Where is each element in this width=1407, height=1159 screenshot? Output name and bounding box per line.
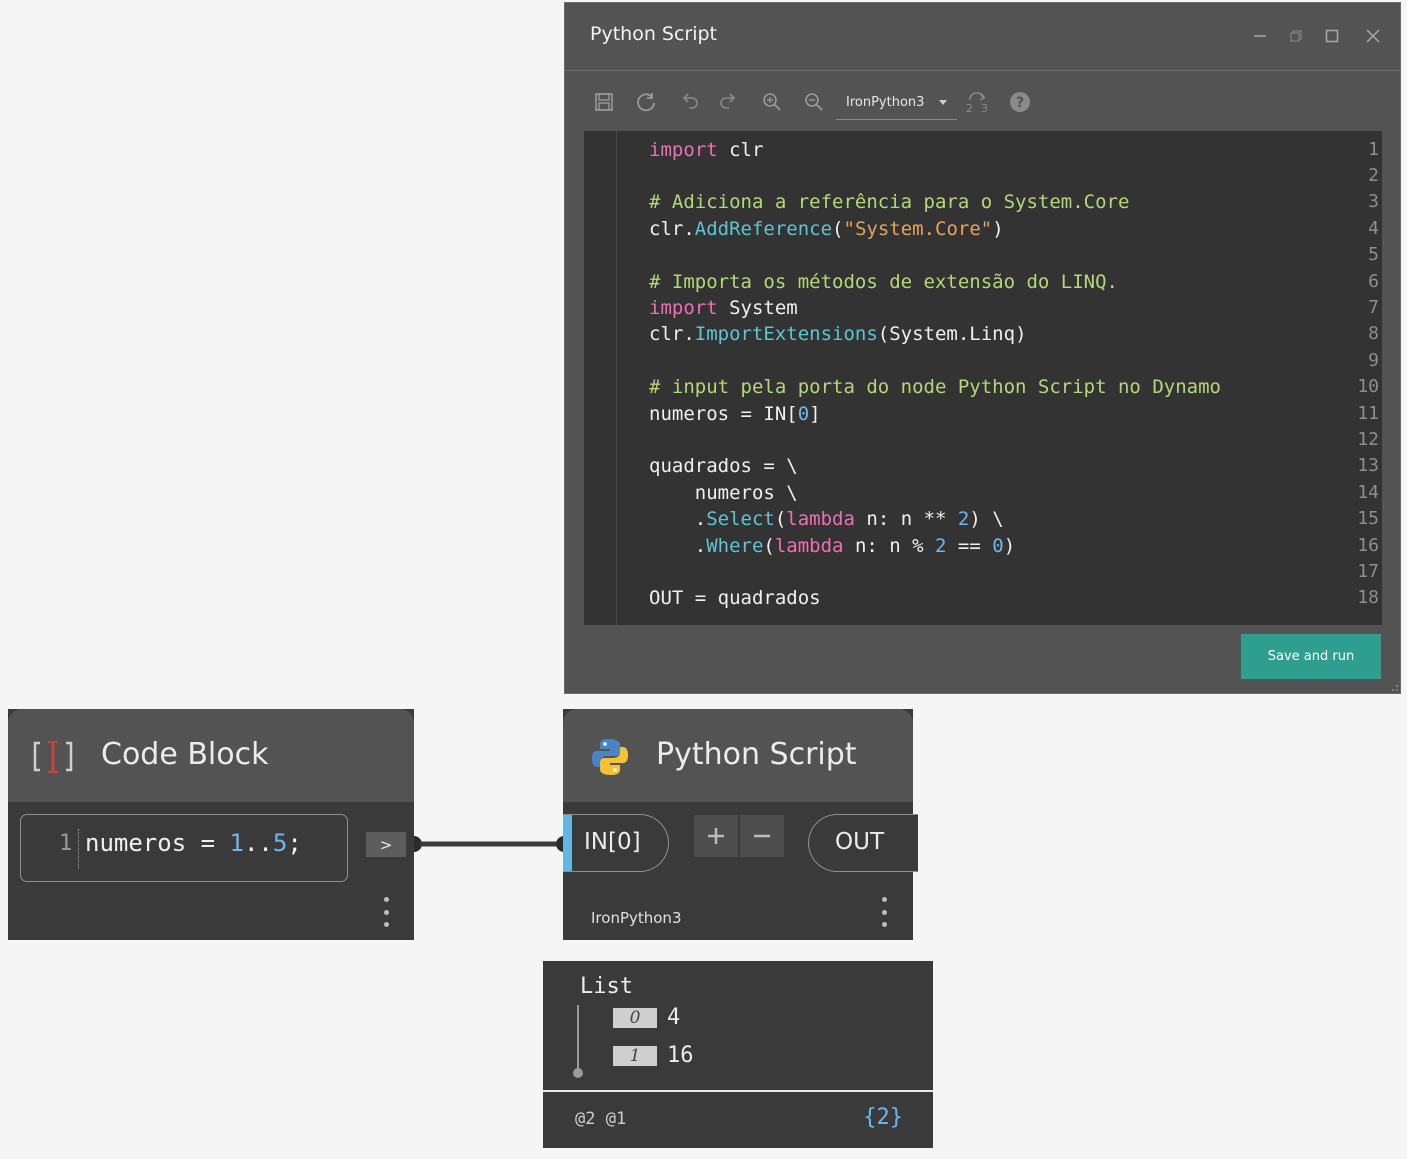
- code-line: import clr: [649, 139, 764, 161]
- line-number: 6: [1368, 271, 1379, 292]
- list-value: 16: [667, 1043, 694, 1068]
- line-number: 1: [1368, 139, 1379, 160]
- tree-line: [577, 1005, 579, 1075]
- migration-assistant-icon[interactable]: 23: [965, 89, 991, 115]
- input-port-label: IN[0]: [584, 829, 641, 855]
- save-icon[interactable]: [591, 89, 617, 115]
- code-editor[interactable]: 1 2 3 4 5 6 7 8 9 10 11 12 13 14 15 16 1…: [584, 131, 1382, 625]
- code-block-node[interactable]: Code Block 1 numeros = 1..5; >: [8, 709, 414, 940]
- zoom-out-icon[interactable]: [801, 89, 827, 115]
- line-number-gutter: [584, 131, 617, 625]
- list-index: 0: [613, 1008, 657, 1028]
- output-port[interactable]: >: [366, 832, 406, 857]
- node-title: Python Script: [656, 737, 857, 772]
- line-number: 9: [1368, 350, 1379, 371]
- list-count: {2}: [863, 1105, 903, 1130]
- preview-list-header: List: [580, 974, 633, 999]
- divider: [543, 1090, 933, 1092]
- code-block-code: numeros = 1..5;: [85, 829, 302, 857]
- code-block-icon: [33, 741, 73, 773]
- code-line: quadrados = \: [649, 455, 798, 477]
- code-line: # Adiciona a referência para o System.Co…: [649, 191, 1130, 213]
- svg-text:3: 3: [981, 102, 988, 113]
- node-header[interactable]: Python Script: [563, 709, 913, 802]
- code-line: .Select(lambda n: n ** 2) \: [649, 508, 1004, 530]
- help-icon[interactable]: ?: [1007, 89, 1033, 115]
- connector-wire[interactable]: [414, 830, 564, 860]
- editor-toolbar: IronPython3 23 ?: [565, 73, 1400, 131]
- line-number: 8: [1368, 323, 1379, 344]
- minus-icon: [754, 834, 770, 838]
- line-number: 10: [1357, 376, 1379, 397]
- engine-dropdown-value: IronPython3: [846, 95, 925, 110]
- redo-icon[interactable]: [717, 89, 743, 115]
- python-script-node[interactable]: Python Script IN[0] OUT IronPython3: [563, 709, 918, 940]
- tree-node-dot: [573, 1068, 583, 1078]
- line-number: 12: [1357, 429, 1379, 450]
- input-port-indicator: [563, 815, 572, 871]
- code-line: # Importa os métodos de extensão do LINQ…: [649, 271, 1118, 293]
- remove-input-button[interactable]: [740, 815, 784, 857]
- resize-grip-icon[interactable]: [1391, 684, 1399, 692]
- engine-label: IronPython3: [591, 909, 682, 927]
- line-number: 2: [1368, 165, 1379, 186]
- output-port-label: OUT: [835, 829, 884, 855]
- line-number: 13: [1357, 455, 1379, 476]
- save-and-run-button[interactable]: Save and run: [1241, 634, 1381, 679]
- line-number: 7: [1368, 297, 1379, 318]
- node-header[interactable]: Code Block: [8, 709, 414, 802]
- code-line: clr.ImportExtensions(System.Linq): [649, 323, 1027, 345]
- input-port[interactable]: IN[0]: [563, 814, 669, 872]
- chevron-down-icon: [939, 100, 947, 105]
- node-title: Code Block: [101, 737, 269, 772]
- line-number: 1: [59, 831, 73, 856]
- line-number: 5: [1368, 244, 1379, 265]
- maximize-icon[interactable]: [1321, 25, 1343, 47]
- list-levels: @2 @1: [575, 1109, 627, 1129]
- code-line: numeros = IN[0]: [649, 403, 821, 425]
- line-number: 3: [1368, 191, 1379, 212]
- zoom-in-icon[interactable]: [759, 89, 785, 115]
- code-line: numeros \: [649, 482, 798, 504]
- svg-text:2: 2: [966, 102, 973, 113]
- code-line: OUT = quadrados: [649, 587, 821, 609]
- line-number: 18: [1357, 587, 1379, 608]
- plus-icon: [708, 828, 724, 844]
- editor-title: Python Script: [590, 23, 718, 45]
- line-separator: [78, 829, 79, 869]
- revert-icon[interactable]: [633, 89, 659, 115]
- code-block-editor[interactable]: 1 numeros = 1..5;: [20, 814, 348, 882]
- restore-icon[interactable]: [1285, 25, 1307, 47]
- close-icon[interactable]: [1362, 25, 1384, 47]
- minimize-icon[interactable]: [1249, 25, 1271, 47]
- line-number: 15: [1357, 508, 1379, 529]
- list-index: 1: [613, 1046, 657, 1066]
- editor-titlebar[interactable]: Python Script: [565, 3, 1400, 71]
- line-number: 16: [1357, 535, 1379, 556]
- node-menu-icon[interactable]: [879, 897, 889, 927]
- line-number: 11: [1357, 403, 1379, 424]
- code-line: # input pela porta do node Python Script…: [649, 376, 1221, 398]
- undo-icon[interactable]: [675, 89, 701, 115]
- code-line: import System: [649, 297, 798, 319]
- add-input-button[interactable]: [694, 815, 738, 857]
- svg-text:?: ?: [1016, 95, 1024, 111]
- node-menu-icon[interactable]: [381, 897, 391, 927]
- engine-dropdown[interactable]: IronPython3: [836, 86, 957, 120]
- line-number: 14: [1357, 482, 1379, 503]
- code-line: .Where(lambda n: n % 2 == 0): [649, 535, 1016, 557]
- line-number: 4: [1368, 218, 1379, 239]
- node-preview: List 0 4 1 16 @2 @1 {2}: [543, 961, 933, 1148]
- output-port[interactable]: OUT: [808, 814, 918, 872]
- code-line: clr.AddReference("System.Core"): [649, 218, 1004, 240]
- python-editor-window: Python Script IronPython3 2 3 ? 1 2 3 4 …: [564, 2, 1401, 694]
- python-logo-icon: [592, 739, 628, 775]
- list-value: 4: [667, 1005, 681, 1030]
- line-number: 17: [1357, 561, 1379, 582]
